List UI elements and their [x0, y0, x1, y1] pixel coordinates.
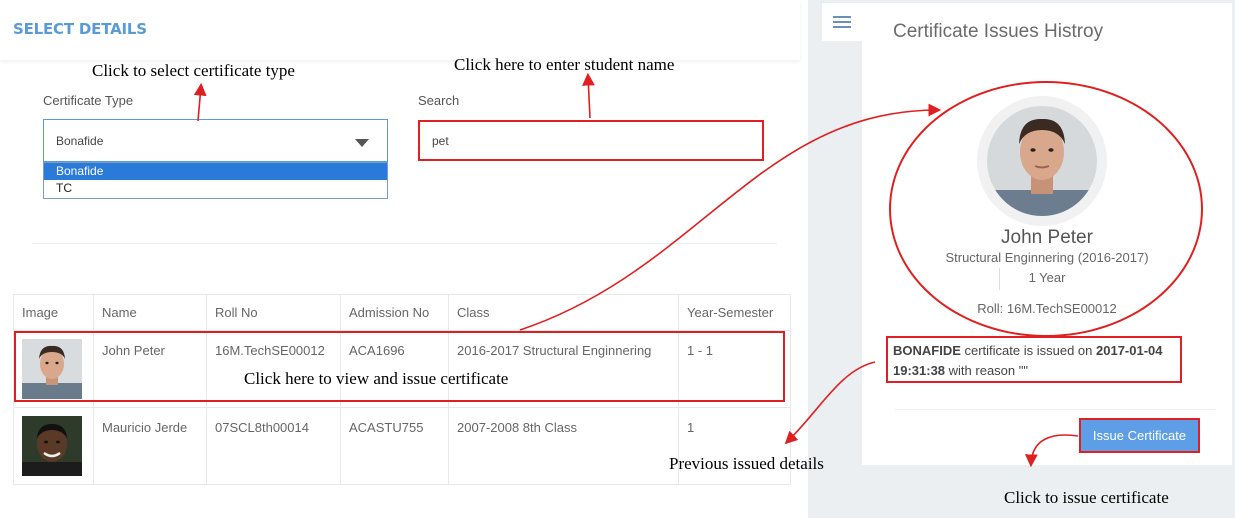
column-header-image: Image: [13, 294, 94, 331]
profile-course: Structural Enginnering (2016-2017): [945, 250, 1149, 265]
profile-roll: Roll: 16M.TechSE00012: [977, 301, 1117, 316]
page-title: SELECT DETAILS: [13, 20, 147, 38]
search-value: pet: [432, 134, 449, 148]
issue-time: 19:31:38: [893, 363, 946, 378]
annotation-enter-name: Click here to enter student name: [454, 55, 675, 74]
certificate-type-value: Bonafide: [56, 134, 104, 148]
issue-certificate-button[interactable]: Issue Certificate: [1079, 418, 1200, 453]
divider: [32, 243, 777, 244]
issue-type: BONAFIDE: [893, 343, 961, 358]
column-header-roll: Roll No: [206, 294, 341, 331]
option-tc[interactable]: TC: [44, 180, 387, 197]
issue-text: certificate is issued on: [960, 343, 1097, 358]
student-photo: [22, 416, 82, 476]
hamburger-menu-icon-bar: [833, 21, 851, 23]
annotation-previous-details: Previous issued details: [669, 454, 824, 473]
select-details-panel: SELECT DETAILS Click to select certifica…: [0, 0, 808, 518]
certificate-type-options: Bonafide TC: [43, 162, 388, 199]
menu-button[interactable]: [822, 3, 862, 41]
student-admission: ACASTU755: [340, 407, 449, 485]
column-header-admission: Admission No: [340, 294, 449, 331]
profile-name: John Peter: [1001, 227, 1093, 248]
issued-certificate-details: BONAFIDE certificate is issued on 2017-0…: [886, 336, 1182, 383]
column-header-name: Name: [93, 294, 207, 331]
caret-down-icon: [355, 139, 369, 147]
student-name: Mauricio Jerde: [93, 407, 207, 485]
column-header-year-semester: Year-Semester: [678, 294, 791, 331]
cert-type-label: Certificate Type: [43, 93, 134, 108]
annotation-issue-certificate: Click to issue certificate: [1004, 488, 1169, 507]
history-title: Certificate Issues Histroy: [893, 21, 1104, 42]
issue-reason: with reason "": [945, 363, 1028, 378]
hamburger-menu-icon-bar: [833, 26, 851, 28]
annotation-select-type: Click to select certificate type: [92, 61, 295, 80]
profile-photo: [987, 106, 1097, 216]
issue-date: 2017-01-04: [1096, 343, 1163, 358]
student-class: 2007-2008 8th Class: [448, 407, 679, 485]
annotation-view-issue: Click here to view and issue certificate: [244, 369, 509, 388]
search-input[interactable]: pet: [418, 120, 764, 161]
profile-year: 1 Year: [1028, 270, 1066, 285]
hamburger-menu-icon: [833, 16, 851, 18]
divider: [895, 409, 1215, 410]
image-cell: [13, 407, 94, 485]
student-roll: 07SCL8th00014: [206, 407, 341, 485]
column-header-class: Class: [448, 294, 679, 331]
certificate-type-select[interactable]: Bonafide: [43, 119, 388, 162]
panel-header: SELECT DETAILS: [0, 0, 800, 60]
option-bonafide[interactable]: Bonafide: [44, 163, 387, 180]
row-highlight-box: [14, 331, 785, 402]
table-header-row: Image Name Roll No Admission No Class Ye…: [13, 294, 791, 331]
avatar: [977, 96, 1107, 226]
search-label: Search: [418, 93, 460, 108]
